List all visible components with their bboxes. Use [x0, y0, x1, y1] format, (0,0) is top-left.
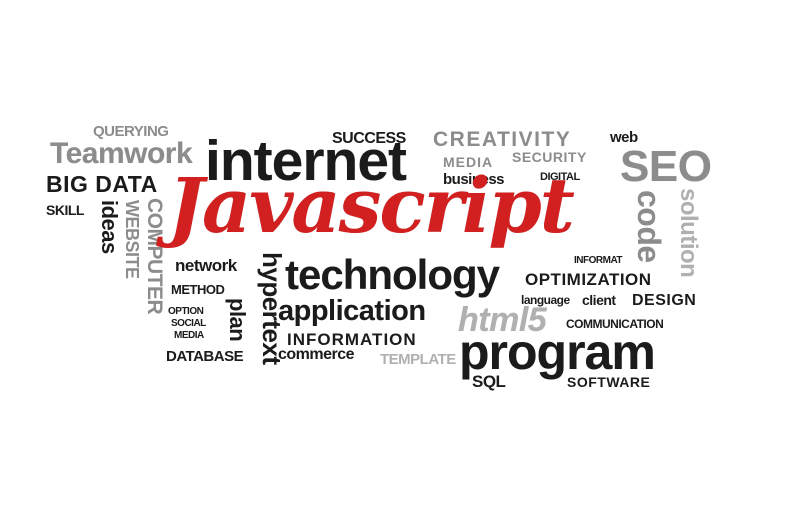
word-media-small: MEDIA [174, 330, 204, 341]
word-method: METHOD [171, 282, 225, 297]
word-seo: SEO [620, 142, 712, 191]
word-template: TEMPLATE [380, 351, 456, 368]
word-technology: technology [285, 251, 500, 298]
word-social: SOCIAL [171, 318, 206, 329]
word-program: program [459, 324, 656, 380]
word-solution: solution [675, 188, 702, 278]
word-big-data: BIG DATA [46, 171, 158, 197]
word-computer: COMPUTER [143, 198, 166, 315]
word-design: DESIGN [632, 292, 697, 309]
word-client: client [582, 292, 616, 308]
word-success: SUCCESS [332, 130, 406, 147]
word-application: application [278, 295, 426, 327]
word-creativity: CREATIVITY [433, 128, 572, 151]
word-website: WEBSITE [122, 200, 142, 279]
word-option: OPTION [168, 306, 204, 317]
word-database: DATABASE [166, 348, 244, 365]
word-code: code [631, 190, 667, 263]
word-cloud: QUERYING Teamwork BIG DATA SKILL ideas C… [0, 0, 800, 528]
word-sql: SQL [472, 372, 506, 391]
word-commerce: commerce [278, 346, 355, 363]
word-javascript: Javascript [168, 161, 575, 250]
word-optimization: OPTIMIZATION [525, 270, 652, 289]
word-ideas: ideas [97, 200, 122, 254]
word-informat: INFORMAT [574, 255, 623, 266]
word-software: SOFTWARE [567, 374, 651, 390]
word-network: network [175, 256, 237, 275]
word-plan: plan [225, 298, 250, 342]
word-skill: SKILL [46, 202, 84, 218]
